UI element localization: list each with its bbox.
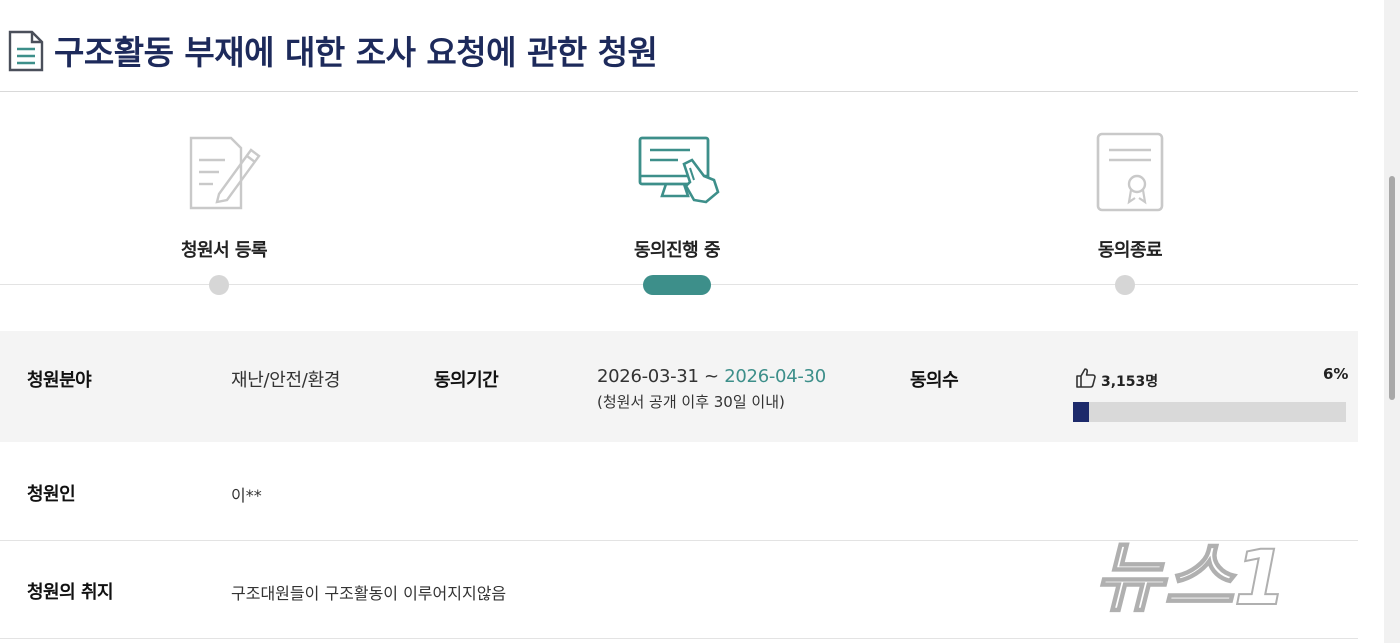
step-label-in-progress: 동의진행 중	[633, 240, 721, 261]
step-indicator-closed	[1115, 275, 1135, 295]
scrollbar-thumb[interactable]	[1389, 176, 1395, 400]
monitor-click-icon	[638, 136, 720, 204]
page-title: 구조활동 부재에 대한 조사 요청에 관한 청원	[54, 33, 658, 72]
document-pen-icon	[189, 136, 261, 210]
vertical-scrollbar[interactable]	[1384, 0, 1400, 643]
agree-progress-bar	[1073, 402, 1346, 422]
purpose-value: 구조대원들이 구조활동이 이루어지지않음	[231, 584, 507, 603]
certificate-icon	[1096, 132, 1164, 212]
agree-count: 3,153명	[1101, 374, 1159, 390]
step-closed: 동의종료	[1010, 130, 1250, 262]
page-header: 구조활동 부재에 대한 조사 요청에 관한 청원	[0, 0, 1358, 92]
step-indicator-in-progress	[643, 275, 711, 295]
field-label: 청원분야	[27, 370, 92, 391]
period-range: 2026-03-31 ~ 2026-04-30	[597, 366, 826, 387]
field-value: 재난/안전/환경	[231, 370, 341, 391]
agree-label: 동의수	[910, 370, 959, 391]
step-indicator-registration	[209, 275, 229, 295]
step-in-progress: 동의진행 중	[557, 130, 797, 262]
period-separator: ~	[698, 366, 725, 387]
news1-watermark-logo: 뉴스1	[1093, 532, 1288, 623]
period-note: (청원서 공개 이후 30일 이내)	[597, 393, 785, 411]
thumbs-up-icon	[1076, 368, 1096, 388]
petition-progress-steps: 청원서 등록 동의진행 중 동의종료	[0, 92, 1358, 332]
agree-progress-fill	[1073, 402, 1089, 422]
watermark-text: 뉴스1	[1094, 533, 1287, 622]
period-start: 2026-03-31	[597, 366, 699, 387]
period-end: 2026-04-30	[724, 366, 826, 387]
purpose-label: 청원의 취지	[27, 582, 114, 603]
step-registration: 청원서 등록	[104, 130, 344, 262]
petition-info-row: 청원분야 재난/안전/환경 동의기간 2026-03-31 ~ 2026-04-…	[0, 331, 1358, 442]
step-label-registration: 청원서 등록	[180, 240, 268, 261]
agree-percent: 6%	[1323, 365, 1349, 383]
period-label: 동의기간	[434, 370, 499, 391]
document-icon	[8, 30, 44, 72]
step-label-closed: 동의종료	[1097, 240, 1163, 261]
petitioner-label: 청원인	[27, 484, 76, 505]
petitioner-value: 이**	[231, 486, 262, 505]
